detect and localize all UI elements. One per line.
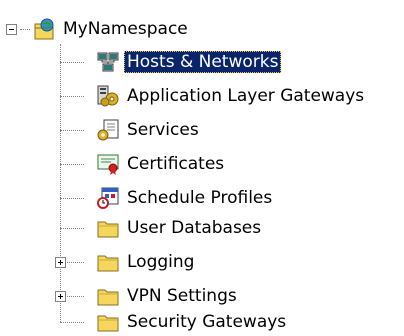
logging-expand-toggle[interactable]	[55, 257, 66, 268]
gateway-gears-icon	[96, 84, 120, 108]
tree-item-label: Security Gateways	[127, 312, 287, 332]
tree-item-label: Certificates	[127, 154, 225, 174]
tree-root-label: MyNamespace	[63, 19, 188, 39]
folder-icon	[96, 250, 120, 274]
tree-item-services[interactable]: Services	[96, 117, 202, 143]
tree-item-schedule-profiles[interactable]: Schedule Profiles	[96, 185, 275, 211]
tree-item-label: VPN Settings	[127, 286, 237, 306]
tree-line	[60, 96, 84, 97]
tree-item-hosts-networks[interactable]: Hosts & Networks	[96, 49, 282, 75]
tree-item-label: Hosts & Networks	[124, 51, 282, 73]
tree-item-label: User Databases	[127, 218, 262, 238]
folder-icon	[96, 284, 120, 308]
tree-item-user-databases[interactable]: User Databases	[96, 215, 264, 241]
tree-line	[60, 198, 84, 199]
tree-item-label: Logging	[127, 252, 195, 272]
tree-line	[60, 322, 84, 323]
tree-line	[60, 62, 84, 63]
tree-item-label: Application Layer Gateways	[127, 86, 365, 106]
namespace-tree: MyNamespace Hosts & Networks Application…	[0, 0, 404, 336]
tree-item-application-layer-gateways[interactable]: Application Layer Gateways	[96, 83, 367, 109]
services-icon	[96, 118, 120, 142]
tree-item-label: Services	[127, 120, 199, 140]
tree-line	[60, 130, 84, 131]
tree-line	[20, 29, 30, 30]
certificate-icon	[96, 152, 120, 176]
tree-item-label: Schedule Profiles	[127, 188, 273, 208]
tree-line	[65, 262, 84, 263]
root-collapse-toggle[interactable]	[6, 24, 17, 35]
vpn-settings-expand-toggle[interactable]	[55, 291, 66, 302]
tree-line	[60, 44, 61, 322]
network-hosts-icon	[96, 50, 120, 74]
tree-item-certificates[interactable]: Certificates	[96, 151, 227, 177]
tree-line	[65, 296, 84, 297]
tree-root-node[interactable]: MyNamespace	[32, 16, 191, 42]
calendar-clock-icon	[96, 186, 120, 210]
tree-item-vpn-settings[interactable]: VPN Settings	[96, 283, 240, 309]
tree-line	[60, 228, 84, 229]
namespace-icon	[32, 17, 56, 41]
tree-item-security-gateways[interactable]: Security Gateways	[96, 309, 289, 335]
folder-icon	[96, 310, 120, 334]
tree-item-logging[interactable]: Logging	[96, 249, 197, 275]
folder-icon	[96, 216, 120, 240]
tree-line	[60, 164, 84, 165]
